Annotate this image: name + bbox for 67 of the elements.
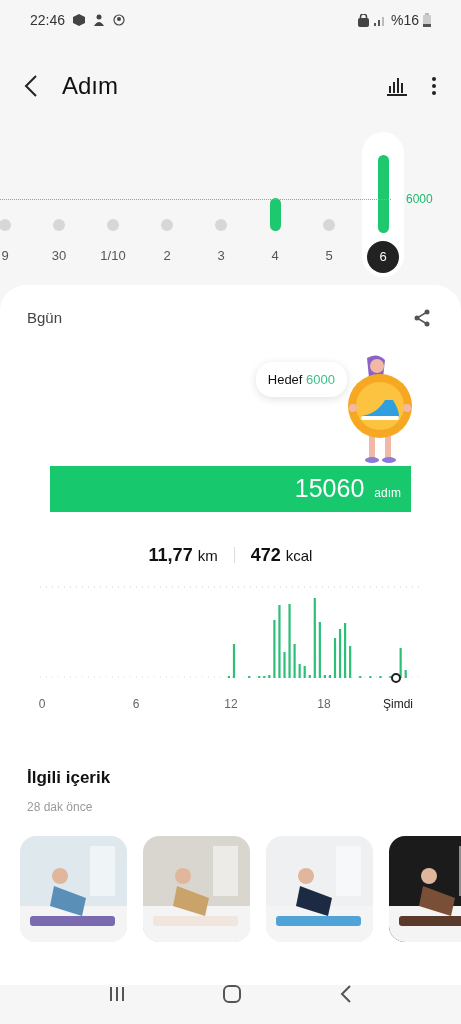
day-label[interactable]: 4 [271, 239, 279, 273]
more-icon[interactable] [431, 76, 437, 96]
battery-icon [423, 13, 431, 27]
hour-label: 6 [132, 695, 140, 713]
histogram-bar [258, 675, 261, 678]
histogram-bar [318, 621, 321, 678]
now-marker [391, 672, 401, 683]
battery-percent: %16 [390, 10, 419, 30]
back-icon[interactable] [24, 75, 38, 97]
hour-label: 18 [317, 695, 331, 713]
histogram-bar [298, 663, 301, 678]
histogram-bar [359, 675, 362, 678]
goal-label: 6000 [406, 191, 433, 208]
histogram-bar [349, 645, 352, 678]
histogram-bar [369, 675, 372, 678]
distance-value: 11,77 km [148, 543, 218, 567]
day-dot [323, 219, 335, 231]
day-dot [107, 219, 119, 231]
histogram-bar [389, 675, 392, 678]
histogram-bar [399, 647, 402, 678]
steps-unit: adım [374, 484, 401, 502]
hour-label: Şimdi [383, 695, 413, 713]
steps-count: 15060 [294, 472, 365, 504]
day-label[interactable]: 9 [1, 239, 9, 273]
lock-icon [357, 13, 369, 27]
figure-icon [93, 14, 106, 26]
day-label[interactable]: 30 [51, 239, 67, 273]
histogram-bar [273, 619, 276, 678]
recent-apps-icon[interactable] [109, 986, 126, 1002]
selected-day-column[interactable]: 6 [362, 132, 404, 277]
page-title: Adım [62, 71, 119, 101]
histogram-bar [268, 674, 271, 678]
day-dot [0, 219, 11, 231]
day-label[interactable]: 1/10 [100, 239, 126, 273]
updated-time: 28 dak önce [27, 799, 94, 816]
day-label[interactable]: 3 [217, 239, 225, 273]
histogram-bar [323, 674, 326, 678]
histogram-bar [293, 643, 296, 678]
histogram-bar [308, 674, 311, 678]
date-label: Bgün [27, 308, 63, 328]
day-dot [53, 219, 65, 231]
section-title: İlgili içerik [27, 766, 112, 789]
goal-bubble: Hedef 6000 [255, 361, 347, 397]
day-label[interactable]: 6 [367, 241, 399, 273]
calories-value: 472 kcal [250, 543, 313, 567]
hour-label: 12 [224, 695, 238, 713]
histogram-bar [344, 622, 347, 678]
histogram-bar [263, 675, 266, 678]
status-time: 22:46 [30, 10, 66, 30]
home-icon[interactable] [223, 985, 242, 1003]
box-icon [73, 14, 86, 26]
back-nav-icon[interactable] [339, 985, 352, 1003]
day-dot [215, 219, 227, 231]
share-icon[interactable] [413, 309, 431, 328]
histogram-bar [404, 669, 407, 678]
histogram-bar [248, 675, 251, 678]
histogram-bar [379, 675, 382, 678]
day-label[interactable]: 5 [325, 239, 333, 273]
day-dot [161, 219, 173, 231]
hour-label: 0 [38, 695, 46, 713]
histogram-bar [283, 651, 286, 678]
signal-icon [372, 14, 387, 26]
bar-chart-icon[interactable] [387, 76, 407, 96]
circle-icon [113, 14, 126, 26]
day-label[interactable]: 2 [163, 239, 171, 273]
day-bar [269, 198, 281, 231]
histogram-bar [303, 665, 306, 678]
